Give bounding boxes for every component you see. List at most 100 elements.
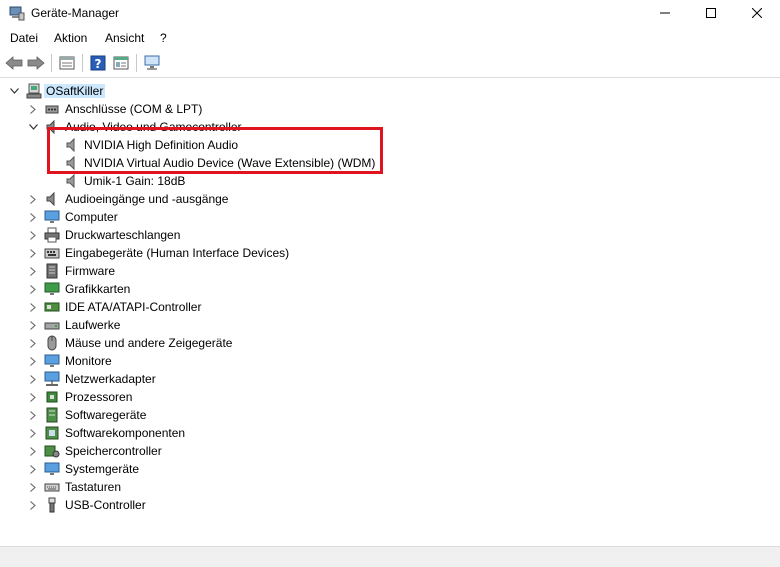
tree-category-laufwerke[interactable]: Laufwerke (0, 316, 780, 334)
category-label: Prozessoren (65, 390, 133, 404)
chevron-right-icon[interactable] (27, 262, 39, 280)
tree-category-monitore[interactable]: Monitore (0, 352, 780, 370)
tree-category-grafikkarten[interactable]: Grafikkarten (0, 280, 780, 298)
category-label: Audioeingänge und -ausgänge (65, 192, 229, 206)
monitor-icon (44, 209, 60, 225)
tree-category-softwarekomponenten[interactable]: Softwarekomponenten (0, 424, 780, 442)
properties-icon[interactable] (58, 54, 76, 72)
toolbar-separator (136, 54, 137, 72)
category-label: Computer (65, 210, 118, 224)
tree-category-systemgeraete[interactable]: Systemgeräte (0, 460, 780, 478)
menu-datei[interactable]: Datei (10, 31, 38, 45)
category-label: Druckwarteschlangen (65, 228, 181, 242)
chevron-right-icon[interactable] (27, 244, 39, 262)
usb-icon (44, 497, 60, 513)
chevron-right-icon[interactable] (27, 424, 39, 442)
menu-ansicht[interactable]: Ansicht (105, 31, 144, 45)
category-label: Mäuse und andere Zeigegeräte (65, 336, 233, 350)
ide-controller-icon (44, 299, 60, 315)
tree-category-anschluesse[interactable]: Anschlüsse (COM & LPT) (0, 100, 780, 118)
console-icon[interactable] (112, 54, 130, 72)
tree-category-firmware[interactable]: Firmware (0, 262, 780, 280)
category-label: Anschlüsse (COM & LPT) (65, 102, 203, 116)
chevron-right-icon[interactable] (27, 100, 39, 118)
processor-icon (44, 389, 60, 405)
close-button[interactable] (734, 0, 780, 26)
chevron-right-icon[interactable] (27, 406, 39, 424)
category-label: Softwarekomponenten (65, 426, 186, 440)
category-label: Netzwerkadapter (65, 372, 156, 386)
network-adapter-icon (44, 371, 60, 387)
tree-category-netzwerkadapter[interactable]: Netzwerkadapter (0, 370, 780, 388)
menu-aktion[interactable]: Aktion (54, 31, 87, 45)
computer-tree-icon (26, 83, 42, 99)
chevron-right-icon[interactable] (27, 478, 39, 496)
tree-category-ide[interactable]: IDE ATA/ATAPI-Controller (0, 298, 780, 316)
tree-category-audioeingaenge[interactable]: Audioeingänge und -ausgänge (0, 190, 780, 208)
speaker-icon (64, 173, 80, 189)
tree-device-umik[interactable]: Umik-1 Gain: 18dB (0, 172, 780, 190)
chevron-right-icon[interactable] (27, 370, 39, 388)
maximize-button[interactable] (688, 0, 734, 26)
hid-icon (44, 245, 60, 261)
menu-help[interactable]: ? (160, 31, 167, 45)
menu-bar: Datei Aktion Ansicht ? (0, 28, 780, 48)
chevron-right-icon[interactable] (27, 442, 39, 460)
forward-arrow-icon[interactable] (27, 54, 45, 72)
category-label: Laufwerke (65, 318, 121, 332)
chevron-right-icon[interactable] (27, 334, 39, 352)
tree-category-computer[interactable]: Computer (0, 208, 780, 226)
category-label: IDE ATA/ATAPI-Controller (65, 300, 202, 314)
category-label: Monitore (65, 354, 112, 368)
chevron-right-icon[interactable] (27, 388, 39, 406)
mouse-icon (44, 335, 60, 351)
category-label: Systemgeräte (65, 462, 140, 476)
help-icon[interactable]: ? (89, 54, 107, 72)
tree-category-maeuse[interactable]: Mäuse und andere Zeigegeräte (0, 334, 780, 352)
chevron-down-icon[interactable] (8, 82, 20, 100)
chevron-right-icon[interactable] (27, 208, 39, 226)
minimize-button[interactable] (642, 0, 688, 26)
toolbar-separator (51, 54, 52, 72)
tree-category-softwaregeraete[interactable]: Softwaregeräte (0, 406, 780, 424)
storage-controller-icon (44, 443, 60, 459)
tree-category-speichercontroller[interactable]: Speichercontroller (0, 442, 780, 460)
category-label: Firmware (65, 264, 115, 278)
tree-category-prozessoren[interactable]: Prozessoren (0, 388, 780, 406)
keyboard-icon (44, 479, 60, 495)
highlight-annotation-box (47, 127, 383, 174)
chevron-right-icon[interactable] (27, 280, 39, 298)
category-label: Eingabegeräte (Human Interface Devices) (65, 246, 290, 260)
tree-category-eingabegeraete[interactable]: Eingabegeräte (Human Interface Devices) (0, 244, 780, 262)
chevron-down-icon[interactable] (27, 118, 39, 136)
tree-category-usb[interactable]: USB-Controller (0, 496, 780, 514)
chevron-right-icon[interactable] (27, 298, 39, 316)
tree-category-druckwarteschlangen[interactable]: Druckwarteschlangen (0, 226, 780, 244)
chevron-right-icon[interactable] (27, 352, 39, 370)
horizontal-scrollbar[interactable] (0, 546, 780, 567)
category-label: USB-Controller (65, 498, 146, 512)
firmware-icon (44, 263, 60, 279)
display-adapter-icon (44, 281, 60, 297)
svg-text:?: ? (95, 57, 102, 71)
back-arrow-icon[interactable] (5, 54, 23, 72)
toolbar-separator (82, 54, 83, 72)
category-label: Softwaregeräte (65, 408, 147, 422)
tree-category-tastaturen[interactable]: Tastaturen (0, 478, 780, 496)
device-label: Umik-1 Gain: 18dB (84, 174, 186, 188)
tree-root[interactable]: OSaftKiller (0, 82, 780, 100)
software-component-icon (44, 425, 60, 441)
monitor-scan-icon[interactable] (143, 54, 161, 72)
device-manager-icon (9, 5, 25, 21)
chevron-right-icon[interactable] (27, 190, 39, 208)
chevron-right-icon[interactable] (27, 460, 39, 478)
category-label: Tastaturen (65, 480, 122, 494)
toolbar: ? (0, 49, 780, 78)
chevron-right-icon[interactable] (27, 496, 39, 514)
chevron-right-icon[interactable] (27, 226, 39, 244)
monitor-icon (44, 353, 60, 369)
software-device-icon (44, 407, 60, 423)
chevron-right-icon[interactable] (27, 316, 39, 334)
drive-icon (44, 317, 60, 333)
speaker-icon (44, 191, 60, 207)
